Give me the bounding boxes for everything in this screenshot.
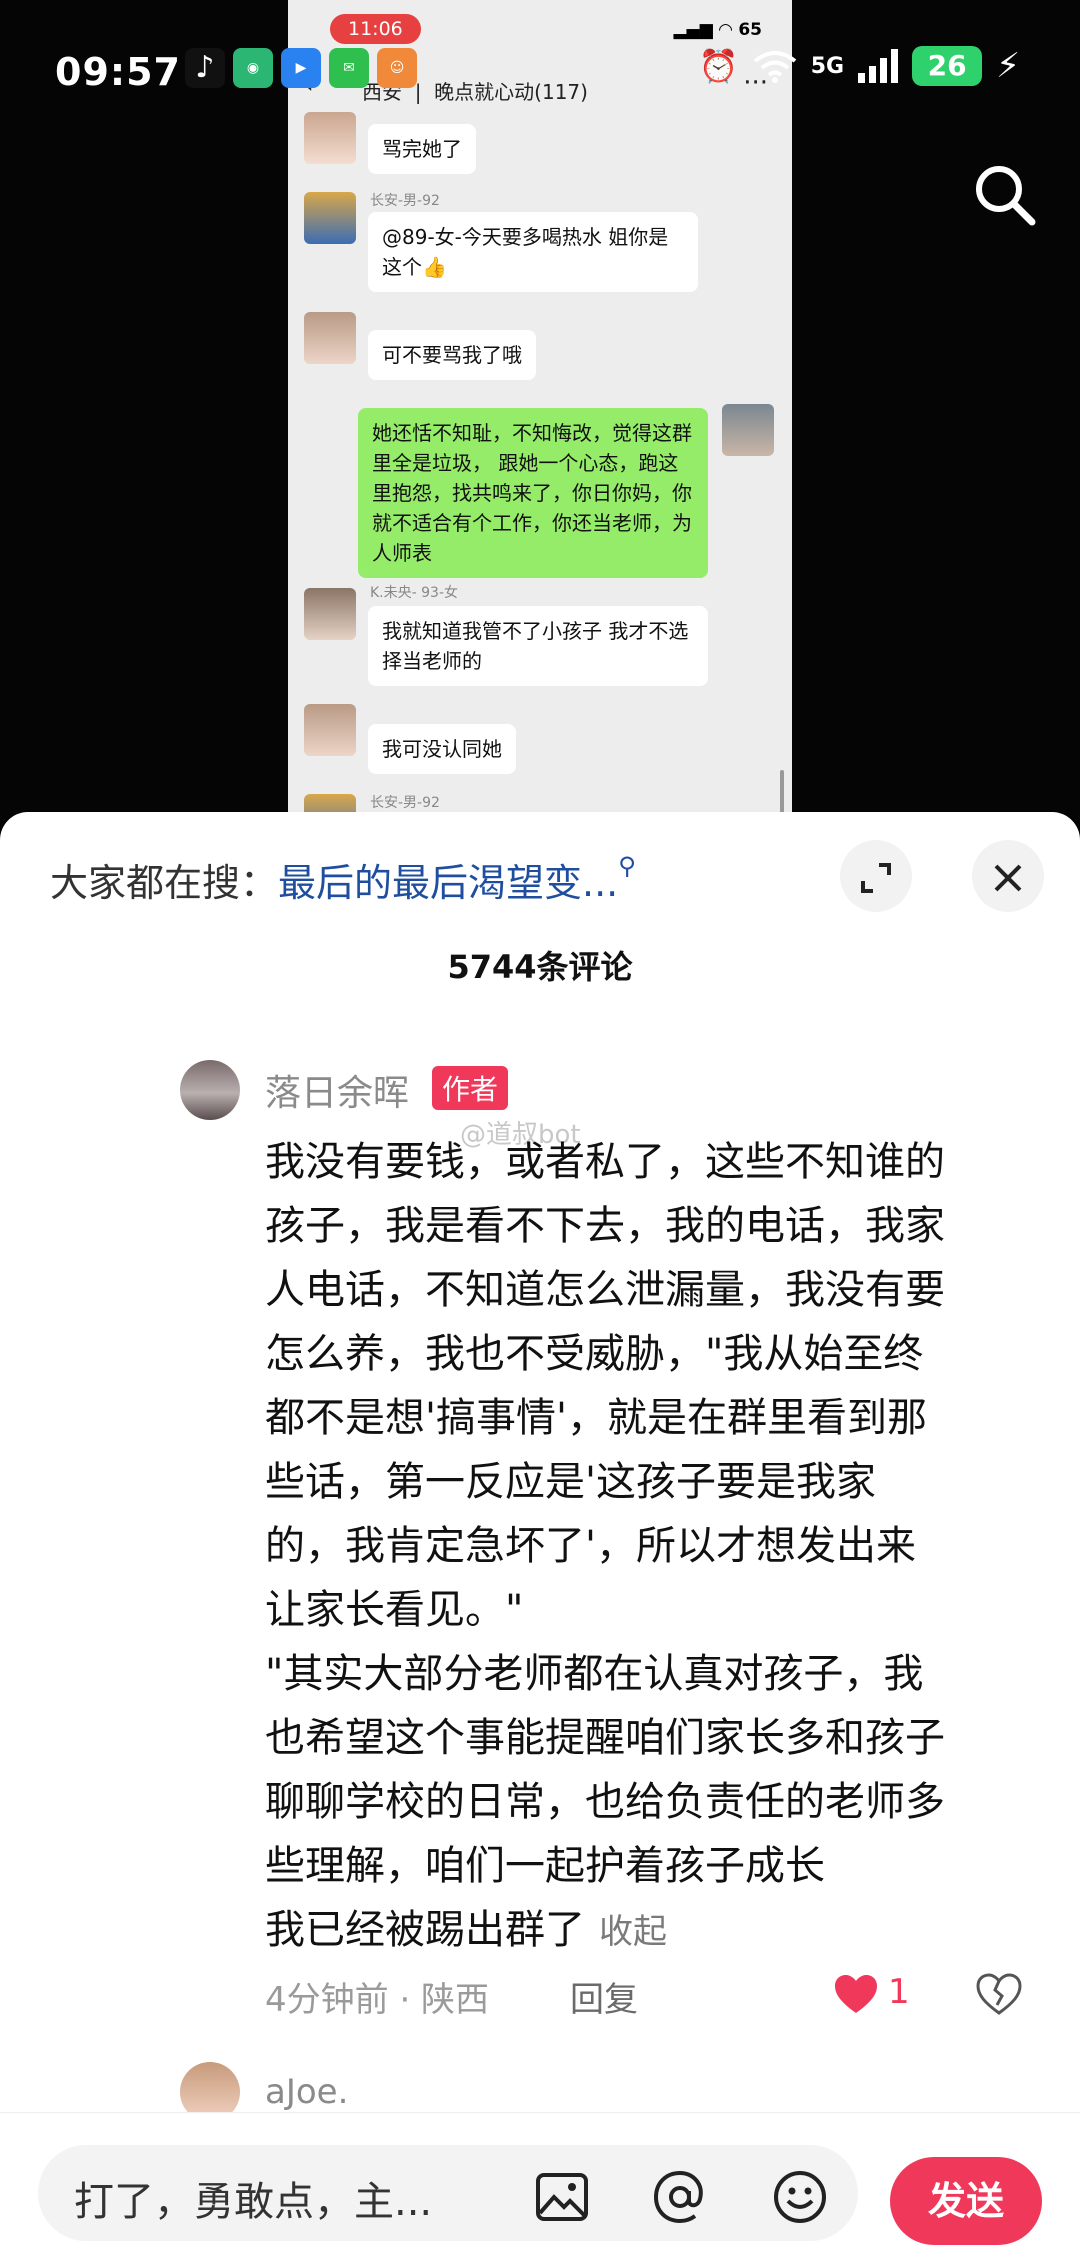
chat-bubble-self: 她还恬不知耻，不知悔改，觉得这群里全是垃圾， 跟她一个心态，跑这里抱怨，找共鸣来… [358,408,708,578]
emoji-icon[interactable] [772,2169,828,2225]
close-button[interactable] [972,840,1044,912]
comment-time-location: 4分钟前 · 陕西 [265,1980,490,2020]
at-mention-icon[interactable] [652,2169,708,2225]
chat-nickname: 长安-男-92 [370,795,440,811]
broken-heart-icon[interactable] [975,1970,1023,2018]
comment-count: 5744条评论 [447,948,633,986]
comment-text: 我没有要钱，或者私了，这些不知谁的 孩子，我是看不下去，我的电话，我家 人电话，… [265,1130,1040,1964]
video-player[interactable]: 11:06 ▂▄▆ ◠ 65 ‹ 西安 | 晚点就心动(117) ··· 骂完她… [0,0,1080,830]
chat-screenshot: 11:06 ▂▄▆ ◠ 65 ‹ 西安 | 晚点就心动(117) ··· 骂完她… [288,0,792,830]
comment-author[interactable]: 落日余晖 [265,1064,409,1116]
chat-bubble: 可不要骂我了哦 [368,330,536,380]
notification-icons: ♪ ◉ ▶ ✉ ☺ [185,48,417,88]
chat-avatar [304,704,356,756]
chat-avatar [304,112,356,164]
like-count: 1 [888,1972,910,2012]
battery-level: 26 [912,46,983,86]
chat-nickname: K.未央- 93-女 [370,585,458,601]
search-icon[interactable] [970,160,1040,230]
author-badge: 作者 [432,1066,509,1110]
chat-avatar [304,192,356,244]
comment-body: 我没有要钱，或者私了，这些不知谁的 孩子，我是看不下去，我的电话，我家 人电话，… [265,1139,945,1953]
send-button[interactable]: 发送 [890,2157,1042,2245]
chat-avatar-self [722,404,774,456]
status-time: 09:57 [55,50,181,94]
reply-button[interactable]: 回复 [570,1972,638,2021]
comment-input-text[interactable]: 打了，勇敢点，主... [74,2169,432,2227]
network-type: 5G [810,53,845,79]
search-icon: ⚲ [618,852,636,880]
hot-search-label: 大家都在搜： [50,861,279,905]
chat-nickname: 长安-男-92 [370,193,440,209]
app-notification-icon: ☺ [377,48,417,88]
comments-sheet: 大家都在搜：最后的最后渴望变...⚲ 5744条评论 落日余晖 作者 @道叔bo… [0,812,1080,2260]
chat-avatar [304,312,356,364]
signal-icon [858,49,899,83]
tiktok-icon: ♪ [185,48,225,88]
comment-input-bar: 打了，勇敢点，主... 发送 [0,2112,1080,2260]
alarm-icon: ⏰ [698,47,739,85]
heart-icon[interactable] [832,1970,880,2018]
wifi-icon [753,51,796,83]
video-app-icon: ▶ [281,48,321,88]
collapse-link[interactable]: 收起 [599,1912,667,1952]
status-bar: 09:57 ♪ ◉ ▶ ✉ ☺ ⏰ 5G 26 ⚡ [0,30,1080,110]
hot-search-keyword[interactable]: 最后的最后渴望变... [278,861,618,905]
image-icon[interactable] [534,2169,590,2225]
close-icon [994,864,1022,891]
chat-bubble: @89-女-今天要多喝热水 姐你是这个👍 [368,212,698,292]
chat-bubble: 我就知道我管不了小孩子 我才不选择当老师的 [368,606,708,686]
charging-icon: ⚡ [996,46,1020,86]
chat-bubble: 骂完她了 [368,124,476,174]
chat-avatar [304,588,356,640]
hot-search-bar[interactable]: 大家都在搜：最后的最后渴望变...⚲ [50,852,636,907]
avatar[interactable] [180,1060,240,1120]
expand-icon [861,862,891,893]
app-notification-icon: ◉ [233,48,273,88]
expand-button[interactable] [840,840,912,912]
status-right: ⏰ 5G 26 ⚡ [699,46,1020,86]
chat-bubble: 我可没认同她 [368,724,516,774]
comment-author[interactable]: aJoe. [265,2072,348,2112]
message-icon: ✉ [329,48,369,88]
